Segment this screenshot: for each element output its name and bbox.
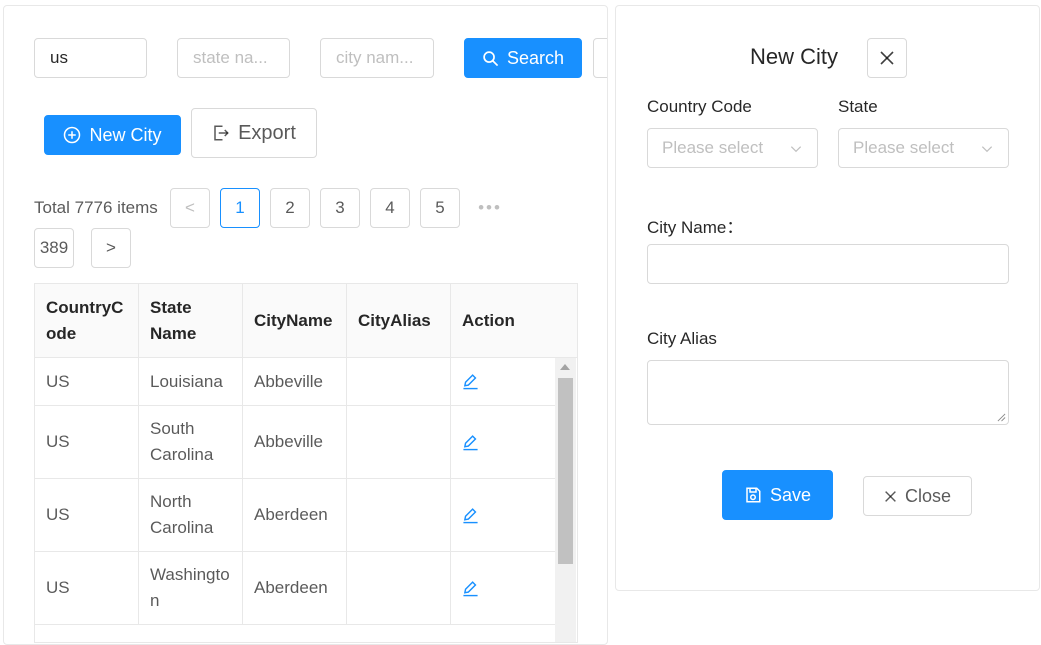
resize-handle-icon[interactable]: [997, 413, 1006, 422]
modal-close-button[interactable]: [867, 38, 907, 78]
pagination-page-5[interactable]: 5: [420, 188, 460, 228]
save-button-label: Save: [769, 484, 812, 505]
column-header-state-name: State Name: [139, 284, 243, 358]
state-filter-input[interactable]: state na...: [177, 38, 290, 78]
cell-state: South Carolina: [139, 406, 243, 478]
cell-action: [451, 406, 555, 478]
pagination-page-4[interactable]: 4: [370, 188, 410, 228]
cell-country: US: [35, 552, 139, 624]
chevron-down-icon: [790, 146, 802, 153]
pagination-page-1[interactable]: 1: [220, 188, 260, 228]
cell-alias: [347, 552, 451, 624]
country-code-select[interactable]: Please select: [647, 128, 818, 168]
export-icon: [214, 125, 229, 141]
city-alias-label: City Alias: [647, 329, 717, 348]
edit-icon[interactable]: [462, 507, 479, 524]
cell-action: [451, 358, 555, 405]
new-city-button[interactable]: New City: [44, 115, 181, 155]
cell-action: [451, 552, 555, 624]
cell-action: [451, 479, 555, 551]
state-placeholder: Please select: [853, 138, 955, 157]
cell-state: Louisiana: [139, 358, 243, 405]
new-city-modal: New City Country Code State Please selec…: [615, 5, 1040, 591]
column-header-action: Action: [462, 311, 515, 330]
country-code-placeholder: Please select: [662, 138, 764, 157]
search-button-label: Search: [506, 47, 565, 68]
country-filter-input[interactable]: us: [34, 38, 147, 78]
table-header: CountryCode State Name CityName CityAlia…: [35, 284, 577, 358]
plus-circle-icon: [64, 126, 81, 144]
column-header-cityname: CityName: [243, 284, 347, 358]
pagination-total: Total 7776 items: [34, 198, 158, 217]
close-button-label: Close: [904, 485, 952, 506]
table-row: US North Carolina Aberdeen: [35, 479, 555, 552]
pagination-ellipsis[interactable]: •••: [470, 188, 510, 228]
cell-city: Aberdeen: [243, 479, 347, 551]
state-label: State: [838, 97, 878, 116]
table-row: US Louisiana Abbeville: [35, 358, 555, 406]
cell-country: US: [35, 406, 139, 478]
close-icon: [880, 51, 894, 65]
edit-icon[interactable]: [462, 373, 479, 390]
column-header-cityalias: CityAlias: [347, 284, 451, 358]
pagination-page-2[interactable]: 2: [270, 188, 310, 228]
city-alias-textarea[interactable]: [647, 360, 1009, 425]
table-scrollbar[interactable]: [555, 358, 576, 642]
edit-icon[interactable]: [462, 434, 479, 451]
table-row: US South Carolina Abbeville: [35, 406, 555, 479]
table-row: US Washington Aberdeen: [35, 552, 555, 625]
cell-country: US: [35, 479, 139, 551]
city-table: CountryCode State Name CityName CityAlia…: [34, 283, 578, 643]
city-filter-input[interactable]: city nam...: [320, 38, 434, 78]
state-select[interactable]: Please select: [838, 128, 1009, 168]
pagination-next[interactable]: >: [91, 228, 131, 268]
cell-city: Abbeville: [243, 358, 347, 405]
chevron-down-icon: [981, 146, 993, 153]
pagination-prev[interactable]: <: [170, 188, 210, 228]
pagination-last-page[interactable]: 389: [34, 228, 74, 268]
city-name-field[interactable]: [647, 244, 1009, 284]
cell-city: Abbeville: [243, 406, 347, 478]
export-button-label: Export: [238, 121, 296, 144]
cell-alias: [347, 406, 451, 478]
scrollbar-thumb[interactable]: [558, 378, 573, 564]
pagination-page-3[interactable]: 3: [320, 188, 360, 228]
column-header-countrycode: CountryCode: [35, 284, 139, 358]
scroll-up-arrow-icon[interactable]: [560, 364, 570, 370]
country-code-label: Country Code: [647, 97, 752, 116]
search-button[interactable]: Search: [464, 38, 582, 78]
close-button[interactable]: Close: [863, 476, 972, 516]
cell-state: North Carolina: [139, 479, 243, 551]
city-list-panel: us state na... city nam... Search New Ci…: [3, 5, 608, 645]
cell-alias: [347, 479, 451, 551]
cell-country: US: [35, 358, 139, 405]
cell-alias: [347, 358, 451, 405]
more-filter-button[interactable]: [593, 38, 607, 78]
edit-icon[interactable]: [462, 580, 479, 597]
new-city-button-label: New City: [89, 124, 162, 145]
close-icon: [885, 490, 896, 502]
modal-title: New City: [749, 44, 838, 69]
save-button[interactable]: Save: [722, 470, 833, 520]
save-icon: [746, 487, 761, 503]
export-button[interactable]: Export: [191, 108, 317, 158]
search-icon: [483, 50, 499, 66]
city-name-label: City Name：: [647, 218, 744, 237]
cell-state: Washington: [139, 552, 243, 624]
cell-city: Aberdeen: [243, 552, 347, 624]
